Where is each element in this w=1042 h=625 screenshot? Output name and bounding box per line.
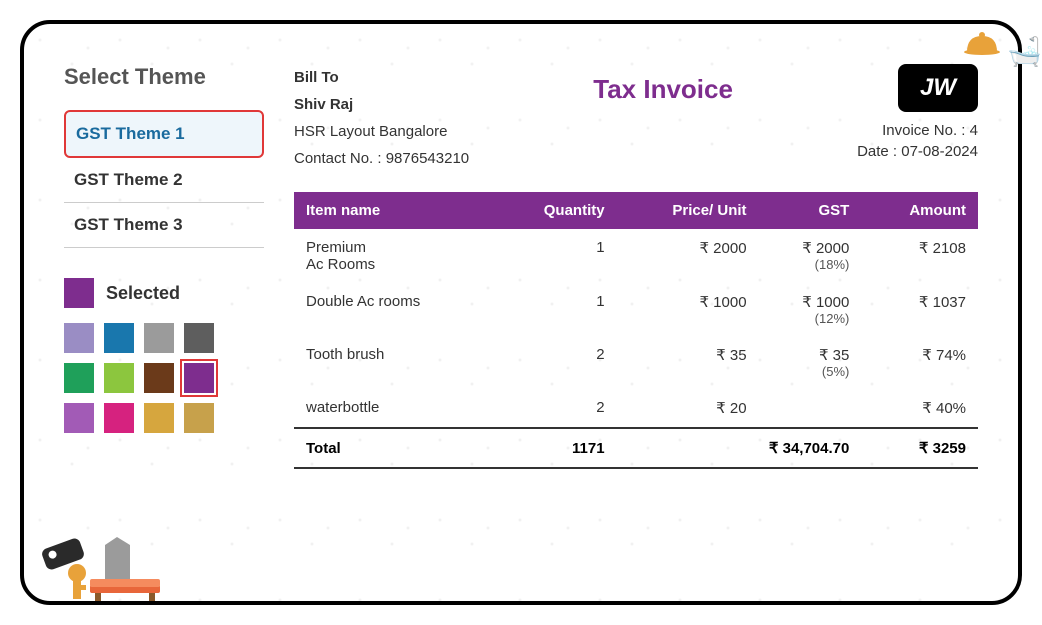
table-row: PremiumAc Rooms1₹ 2000₹ 2000(18%)₹ 2108 <box>294 229 978 283</box>
date-label: Date : <box>857 143 901 160</box>
theme-option-1[interactable]: GST Theme 1 <box>64 110 264 158</box>
cell-item-name: Double Ac rooms <box>294 283 494 336</box>
logo: JW <box>898 64 978 112</box>
color-swatch[interactable] <box>104 363 134 393</box>
cloche-icon <box>962 30 1002 58</box>
table-row: Tooth brush2₹ 35₹ 35(5%)₹ 74% <box>294 336 978 389</box>
cell-quantity: 1 <box>494 229 617 283</box>
color-swatch[interactable] <box>104 403 134 433</box>
main-card: Select Theme GST Theme 1 GST Theme 2 GST… <box>20 20 1022 605</box>
color-swatch[interactable] <box>64 363 94 393</box>
bill-to-address: HSR Layout Bangalore <box>294 118 469 145</box>
bill-to-block: Bill To Shiv Raj HSR Layout Bangalore Co… <box>294 64 469 172</box>
invoice-meta: JW Invoice No. : 4 Date : 07-08-2024 <box>857 64 978 164</box>
color-swatch[interactable] <box>144 363 174 393</box>
invoice-title: Tax Invoice <box>593 74 733 105</box>
invoice-panel: Bill To Shiv Raj HSR Layout Bangalore Co… <box>294 64 978 561</box>
contact-label: Contact No. : <box>294 150 386 167</box>
invoice-header: Bill To Shiv Raj HSR Layout Bangalore Co… <box>294 64 978 172</box>
theme-option-3[interactable]: GST Theme 3 <box>64 203 264 248</box>
contact-row: Contact No. : 9876543210 <box>294 145 469 172</box>
cell-gst: ₹ 35(5%) <box>759 336 862 389</box>
invoice-date-row: Date : 07-08-2024 <box>857 143 978 160</box>
selected-label: Selected <box>106 283 180 304</box>
cell-gst: ₹ 2000(18%) <box>759 229 862 283</box>
swatch-grid <box>64 323 264 433</box>
cell-price: ₹ 1000 <box>617 283 759 336</box>
table-body: PremiumAc Rooms1₹ 2000₹ 2000(18%)₹ 2108D… <box>294 229 978 428</box>
cell-quantity: 1 <box>494 283 617 336</box>
table-row: Double Ac rooms1₹ 1000₹ 1000(12%)₹ 1037 <box>294 283 978 336</box>
cell-price: ₹ 35 <box>617 336 759 389</box>
invoice-number-row: Invoice No. : 4 <box>857 122 978 139</box>
color-swatch[interactable] <box>104 323 134 353</box>
table-row: waterbottle2₹ 20 ₹ 40% <box>294 389 978 428</box>
invoice-table: Item name Quantity Price/ Unit GST Amoun… <box>294 192 978 469</box>
cell-amount: ₹ 74% <box>861 336 978 389</box>
color-swatch[interactable] <box>184 363 214 393</box>
sidebar: Select Theme GST Theme 1 GST Theme 2 GST… <box>64 64 264 561</box>
cell-item-name: PremiumAc Rooms <box>294 229 494 283</box>
header-gst: GST <box>759 192 862 229</box>
cell-gst <box>759 389 862 428</box>
cell-price: ₹ 20 <box>617 389 759 428</box>
sidebar-title: Select Theme <box>64 64 264 90</box>
key-bed-icon <box>35 535 165 610</box>
cell-amount: ₹ 40% <box>861 389 978 428</box>
selected-swatch <box>64 278 94 308</box>
total-quantity: 1171 <box>494 428 617 468</box>
invoice-date: 07-08-2024 <box>901 143 978 160</box>
cell-amount: ₹ 1037 <box>861 283 978 336</box>
cell-price: ₹ 2000 <box>617 229 759 283</box>
bill-to-name: Shiv Raj <box>294 91 469 118</box>
cell-gst: ₹ 1000(12%) <box>759 283 862 336</box>
bathtub-icon: 🛁 <box>1007 35 1042 68</box>
color-swatch[interactable] <box>144 403 174 433</box>
total-gst: ₹ 34,704.70 <box>617 428 862 468</box>
table-total-row: Total 1171 ₹ 34,704.70 ₹ 3259 <box>294 428 978 468</box>
invoice-no-label: Invoice No. : <box>882 122 970 139</box>
header-quantity: Quantity <box>494 192 617 229</box>
table-header-row: Item name Quantity Price/ Unit GST Amoun… <box>294 192 978 229</box>
cell-quantity: 2 <box>494 389 617 428</box>
cell-item-name: Tooth brush <box>294 336 494 389</box>
color-swatch[interactable] <box>184 323 214 353</box>
total-label: Total <box>294 428 494 468</box>
cell-amount: ₹ 2108 <box>861 229 978 283</box>
header-amount: Amount <box>861 192 978 229</box>
color-swatch[interactable] <box>64 403 94 433</box>
cell-item-name: waterbottle <box>294 389 494 428</box>
header-item-name: Item name <box>294 192 494 229</box>
color-swatch[interactable] <box>184 403 214 433</box>
selected-color-row: Selected <box>64 278 264 308</box>
total-amount: ₹ 3259 <box>861 428 978 468</box>
header-price-unit: Price/ Unit <box>617 192 759 229</box>
invoice-no: 4 <box>970 122 978 139</box>
cell-quantity: 2 <box>494 336 617 389</box>
contact-no: 9876543210 <box>386 150 469 167</box>
bill-to-label: Bill To <box>294 64 469 91</box>
theme-option-2[interactable]: GST Theme 2 <box>64 158 264 203</box>
color-swatch[interactable] <box>64 323 94 353</box>
color-swatch[interactable] <box>144 323 174 353</box>
